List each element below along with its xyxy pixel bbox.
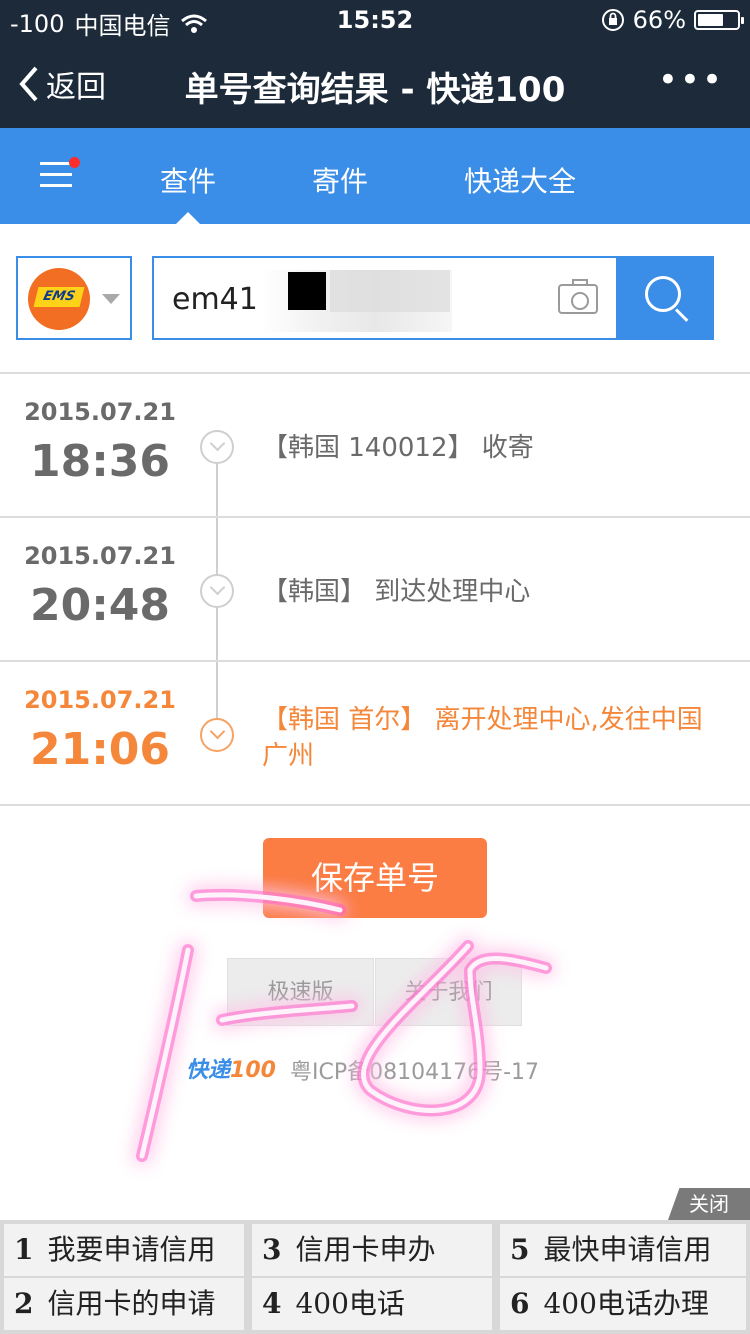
ad-link-item[interactable]: 4 400电话: [252, 1278, 492, 1330]
search-icon: [645, 276, 681, 312]
ad-link-item[interactable]: 2 信用卡的申请: [4, 1278, 244, 1330]
kuaidi100-logo: 快递100: [186, 1058, 276, 1083]
icp-license: 粤ICP备08104176号-17: [290, 1060, 540, 1085]
tab-send[interactable]: 寄件: [312, 160, 368, 200]
chevron-down-icon: [102, 294, 120, 304]
status-bar: -100 中国电信 15:52 66%: [0, 0, 750, 40]
tracking-event: 【韩国 首尔】 离开处理中心,发往中国 广州: [262, 705, 703, 771]
navigation-bar: 返回 单号查询结果 - 快递100 •••: [0, 40, 750, 128]
timeline-node-icon: [200, 430, 234, 464]
more-options-button[interactable]: •••: [658, 60, 724, 100]
ems-logo: EMS: [28, 268, 90, 330]
tracking-date: 2015.07.21: [24, 398, 176, 426]
tab-courier-directory[interactable]: 快递大全: [464, 160, 576, 200]
ad-link-item[interactable]: 6 400电话办理: [500, 1278, 746, 1330]
battery-percent: 66%: [632, 6, 686, 34]
tracking-event: 【韩国】 到达处理中心: [262, 577, 531, 607]
tab-query[interactable]: 查件: [160, 160, 216, 200]
tracking-date: 2015.07.21: [24, 542, 176, 570]
close-ad-button[interactable]: 关闭: [668, 1188, 750, 1220]
about-us-link[interactable]: 关于我们: [375, 958, 522, 1026]
orientation-lock-icon: [601, 9, 624, 31]
ad-link-item[interactable]: 1 我要申请信用: [4, 1224, 244, 1276]
timeline-node-icon: [200, 574, 234, 608]
search-button[interactable]: [616, 256, 714, 340]
camera-scan-icon[interactable]: [558, 279, 598, 314]
tracking-event: 【韩国 140012】 收寄: [262, 433, 534, 463]
save-number-button[interactable]: 保存单号: [263, 838, 487, 918]
tracking-date: 2015.07.21: [24, 686, 176, 714]
fast-version-link[interactable]: 极速版: [227, 958, 374, 1026]
tracking-number-value: em41: [172, 282, 258, 317]
tracking-item: 2015.07.21 18:36 【韩国 140012】 收寄: [0, 374, 750, 516]
menu-icon[interactable]: [40, 162, 72, 195]
courier-select[interactable]: EMS: [16, 256, 132, 340]
tracking-time: 21:06: [29, 724, 171, 775]
tracking-item: 2015.07.21 20:48 【韩国】 到达处理中心: [0, 518, 750, 660]
notification-dot: [69, 157, 80, 168]
timeline-node-icon: [200, 718, 234, 752]
tracking-number-input[interactable]: em41: [152, 256, 618, 340]
tracking-item-latest: 2015.07.21 21:06 【韩国 首尔】 离开处理中心,发往中国 广州: [0, 662, 750, 804]
ad-link-item[interactable]: 3 信用卡申办: [252, 1224, 492, 1276]
ad-grid: 1 我要申请信用 3 信用卡申办 5 最快申请信用 2 信用卡的申请 4 400电话 64…: [0, 1220, 750, 1334]
tracking-time: 20:48: [29, 580, 171, 631]
page-title: 单号查询结果 - 快递100: [184, 70, 566, 110]
active-tab-indicator: [176, 212, 200, 224]
tab-bar: 查件 寄件 快递大全: [0, 128, 750, 224]
battery-icon: [694, 10, 744, 30]
ad-link-item[interactable]: 5 最快申请信用: [500, 1224, 746, 1276]
tracking-time: 18:36: [29, 436, 171, 487]
